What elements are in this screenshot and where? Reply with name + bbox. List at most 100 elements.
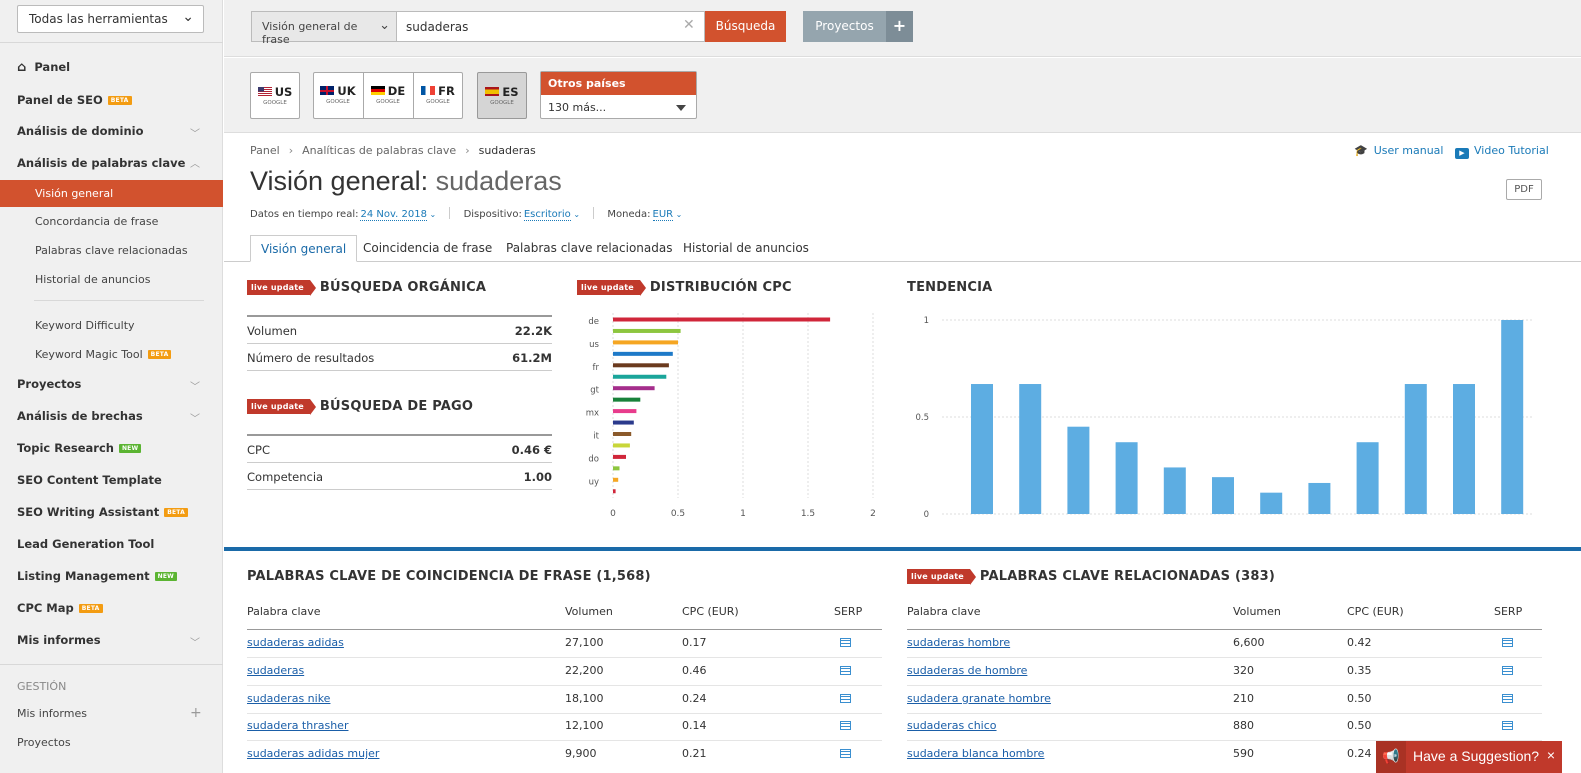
- user-manual-link[interactable]: 🎓 User manual: [1354, 144, 1443, 157]
- sidebar-item-analisis-dominio[interactable]: Análisis de dominio: [17, 124, 144, 138]
- tools-select[interactable]: Todas las herramientas ⌄: [17, 5, 204, 33]
- country-code: UK: [337, 84, 356, 98]
- sidebar-item-cpc-map[interactable]: CPC Map BETA: [17, 601, 103, 615]
- country-es-button[interactable]: ES GOOGLE: [477, 72, 527, 119]
- serp-icon[interactable]: [1502, 665, 1513, 675]
- keyword-link[interactable]: sudadera thrasher: [247, 719, 348, 732]
- tab-vision-general[interactable]: Visión general: [250, 235, 358, 262]
- serp-icon[interactable]: [840, 721, 851, 731]
- phrase-table-title: PALABRAS CLAVE DE COINCIDENCIA DE FRASE …: [247, 569, 651, 584]
- plus-icon[interactable]: +: [190, 705, 202, 721]
- serp-icon[interactable]: [1502, 638, 1513, 647]
- sidebar-item-concordancia[interactable]: Concordancia de frase: [35, 215, 158, 228]
- col-header-volume[interactable]: Volumen: [1233, 605, 1281, 618]
- graduation-cap-icon: 🎓: [1354, 144, 1368, 157]
- add-project-button[interactable]: +: [886, 11, 913, 42]
- col-header-cpc[interactable]: CPC (EUR): [682, 605, 739, 618]
- tab-relacionadas[interactable]: Palabras clave relacionadas: [496, 235, 683, 262]
- tab-historial[interactable]: Historial de anuncios: [673, 235, 819, 262]
- sidebar-item-seo-writing-assistant[interactable]: SEO Writing Assistant BETA: [17, 505, 188, 519]
- serp-icon[interactable]: [840, 665, 851, 675]
- sidebar-item-relacionadas[interactable]: Palabras clave relacionadas: [35, 244, 188, 257]
- sidebar-item-label: CPC Map: [17, 601, 74, 615]
- serp-icon[interactable]: [840, 638, 851, 647]
- close-icon[interactable]: ×: [1547, 747, 1555, 763]
- search-button[interactable]: Búsqueda: [705, 11, 786, 42]
- engine-label: GOOGLE: [263, 100, 287, 106]
- country-us-button[interactable]: US GOOGLE: [250, 72, 300, 119]
- sidebar-item-vision-general[interactable]: Visión general: [0, 180, 223, 207]
- trend-chart: 10.50: [915, 316, 1532, 520]
- cpc-cell: 0.42: [1347, 636, 1372, 649]
- country-fr-button[interactable]: FR GOOGLE: [413, 72, 463, 119]
- cpc-section-title: live update DISTRIBUCIÓN CPC: [577, 280, 792, 296]
- col-header-volume[interactable]: Volumen: [565, 605, 613, 618]
- keyword-link[interactable]: sudadera granate hombre: [907, 692, 1051, 705]
- keyword-link[interactable]: sudaderas chico: [907, 719, 997, 732]
- device-select[interactable]: Escritorio: [523, 209, 571, 221]
- sidebar-item-panel-seo[interactable]: Panel de SEO BETA: [17, 93, 132, 107]
- sidebar-item-keyword-difficulty[interactable]: Keyword Difficulty: [35, 319, 135, 332]
- col-header-cpc[interactable]: CPC (EUR): [1347, 605, 1404, 618]
- country-code: ES: [502, 85, 519, 99]
- sidebar-item-lead-generation[interactable]: Lead Generation Tool: [17, 537, 154, 551]
- beta-badge: BETA: [107, 96, 132, 105]
- search-type-select[interactable]: Visión general de frase ⌄: [251, 11, 397, 46]
- country-code: DE: [387, 84, 406, 98]
- volume-cell: 9,900: [565, 747, 597, 761]
- cpc-cell: 0.50: [1347, 691, 1372, 705]
- keyword-link[interactable]: sudaderas: [247, 664, 304, 677]
- sidebar-item-gestion-proyectos[interactable]: Proyectos: [17, 736, 71, 749]
- sidebar-item-listing-management[interactable]: Listing Management NEW: [17, 569, 177, 583]
- serp-icon[interactable]: [1502, 721, 1513, 731]
- serp-icon[interactable]: [840, 693, 851, 703]
- country-uk-button[interactable]: UK GOOGLE: [313, 72, 363, 119]
- sidebar-item-analisis-palabras[interactable]: Análisis de palabras clave: [17, 156, 185, 170]
- video-tutorial-link[interactable]: ▶ Video Tutorial: [1455, 144, 1549, 159]
- breadcrumb-item[interactable]: Analíticas de palabras clave: [302, 144, 456, 157]
- row-separator: [907, 657, 1542, 658]
- col-header-keyword[interactable]: Palabra clave: [247, 605, 321, 618]
- sidebar-item-proyectos[interactable]: Proyectos: [17, 377, 81, 391]
- country-de-button[interactable]: DE GOOGLE: [363, 72, 413, 119]
- sidebar-item-label: Análisis de brechas: [17, 409, 143, 423]
- clear-icon[interactable]: ✕: [683, 17, 695, 33]
- volume-cell: 210: [1233, 691, 1254, 705]
- keyword-link[interactable]: sudadera blanca hombre: [907, 747, 1044, 760]
- other-countries-select[interactable]: Otros países 130 más...: [540, 71, 697, 119]
- projects-button[interactable]: Proyectos: [803, 11, 886, 42]
- metric-value: 22.2K: [514, 324, 552, 338]
- sidebar-item-topic-research[interactable]: Topic Research NEW: [17, 441, 142, 455]
- keyword-link[interactable]: sudaderas adidas mujer: [247, 747, 379, 760]
- tab-coincidencia[interactable]: Coincidencia de frase: [353, 235, 502, 262]
- divider: [0, 664, 223, 665]
- sidebar-item-gestion-informes[interactable]: Mis informes: [17, 707, 87, 720]
- sidebar-item-historial[interactable]: Historial de anuncios: [35, 273, 150, 286]
- keyword-link[interactable]: sudaderas de hombre: [907, 664, 1027, 677]
- volume-cell: 18,100: [565, 691, 604, 705]
- sidebar: Todas las herramientas ⌄ ⌂ Panel Panel de …: [0, 0, 223, 773]
- chevron-down-icon: ﹀: [190, 414, 200, 425]
- breadcrumb-item[interactable]: Panel: [250, 144, 280, 157]
- sidebar-item-keyword-magic[interactable]: Keyword Magic Tool BETA: [35, 348, 172, 361]
- sidebar-item-label: Keyword Magic Tool: [35, 348, 143, 361]
- serp-icon[interactable]: [1502, 693, 1513, 703]
- col-header-keyword[interactable]: Palabra clave: [907, 605, 981, 618]
- chevron-down-icon: ﹀: [190, 638, 200, 649]
- date-select[interactable]: 24 Nov. 2018: [360, 209, 427, 221]
- keyword-link[interactable]: sudaderas nike: [247, 692, 330, 705]
- search-input[interactable]: sudaderas: [396, 11, 705, 42]
- serp-icon[interactable]: [840, 749, 851, 759]
- y-tick-label: fr: [593, 363, 600, 373]
- metric-value: 61.2M: [512, 351, 552, 365]
- pdf-button[interactable]: PDF: [1506, 179, 1542, 200]
- suggestion-widget[interactable]: 📢 Have a Suggestion? ×: [1376, 741, 1562, 773]
- keyword-link[interactable]: sudaderas adidas: [247, 636, 344, 649]
- sidebar-item-mis-informes[interactable]: Mis informes: [17, 633, 101, 647]
- currency-select[interactable]: EUR: [652, 209, 674, 221]
- sidebar-item-seo-content-template[interactable]: SEO Content Template: [17, 473, 162, 487]
- sidebar-item-panel[interactable]: ⌂ Panel: [17, 60, 70, 75]
- sidebar-item-brechas[interactable]: Análisis de brechas: [17, 409, 143, 423]
- cpc-bar: [613, 454, 626, 459]
- keyword-link[interactable]: sudaderas hombre: [907, 636, 1010, 649]
